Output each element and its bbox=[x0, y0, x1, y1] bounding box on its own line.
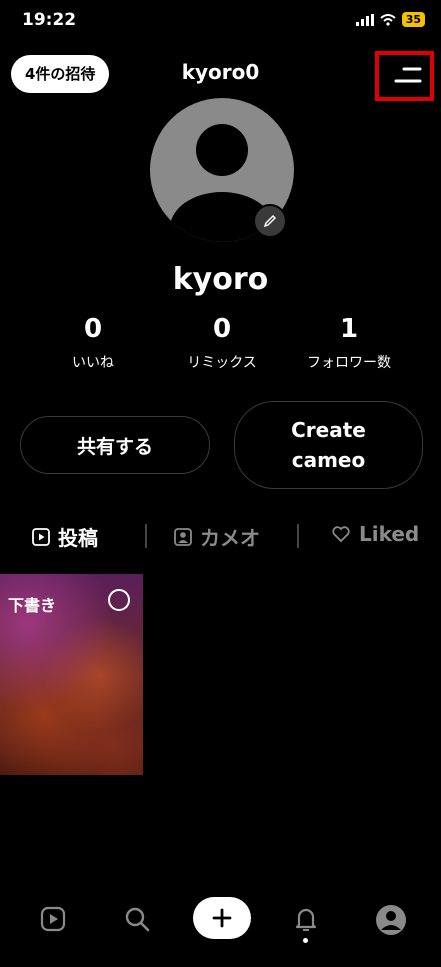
plus-icon bbox=[212, 908, 232, 928]
profile-icon[interactable] bbox=[375, 904, 407, 936]
search-icon[interactable] bbox=[122, 904, 152, 934]
status-time: 19:22 bbox=[22, 10, 77, 30]
select-circle[interactable] bbox=[108, 589, 130, 611]
tab-liked[interactable]: Liked bbox=[331, 522, 419, 546]
tab-divider bbox=[297, 524, 299, 548]
create-cameo-line1: Create bbox=[291, 418, 366, 442]
followers-count[interactable]: 1 bbox=[289, 314, 409, 344]
create-cameo-button[interactable]: Create cameo bbox=[234, 401, 423, 489]
tab-divider bbox=[145, 524, 147, 548]
profile-display-name: kyoro bbox=[172, 262, 269, 297]
person-frame-icon bbox=[174, 527, 192, 546]
share-button[interactable]: 共有する bbox=[20, 416, 210, 474]
edit-avatar-button[interactable] bbox=[253, 204, 287, 238]
signal-icon bbox=[355, 13, 374, 26]
pencil-icon bbox=[263, 214, 277, 228]
tab-posts-label: 投稿 bbox=[58, 526, 98, 550]
tab-liked-label: Liked bbox=[359, 522, 420, 546]
create-button[interactable] bbox=[193, 897, 251, 939]
heart-icon bbox=[332, 526, 350, 543]
followers-label[interactable]: フォロワー数 bbox=[279, 352, 419, 372]
tab-posts[interactable]: 投稿 bbox=[32, 522, 98, 551]
battery-indicator: 35 bbox=[401, 12, 425, 27]
status-icons: 35 bbox=[355, 12, 425, 27]
likes-label: いいね bbox=[72, 355, 114, 371]
likes-count: 0 bbox=[83, 314, 103, 344]
wifi-icon bbox=[380, 13, 396, 26]
notification-dot bbox=[303, 938, 308, 943]
bell-icon[interactable] bbox=[291, 904, 321, 934]
menu-icon[interactable] bbox=[392, 63, 426, 89]
draft-label: 下書き bbox=[8, 596, 57, 615]
tab-cameo-label: カメオ bbox=[200, 526, 260, 550]
tab-cameo[interactable]: カメオ bbox=[174, 522, 260, 551]
remix-count: 0 bbox=[212, 314, 232, 344]
remix-label: リミックス bbox=[187, 355, 257, 371]
create-cameo-line2: cameo bbox=[291, 448, 366, 472]
play-square-icon bbox=[32, 527, 50, 546]
feed-icon[interactable] bbox=[38, 904, 68, 934]
